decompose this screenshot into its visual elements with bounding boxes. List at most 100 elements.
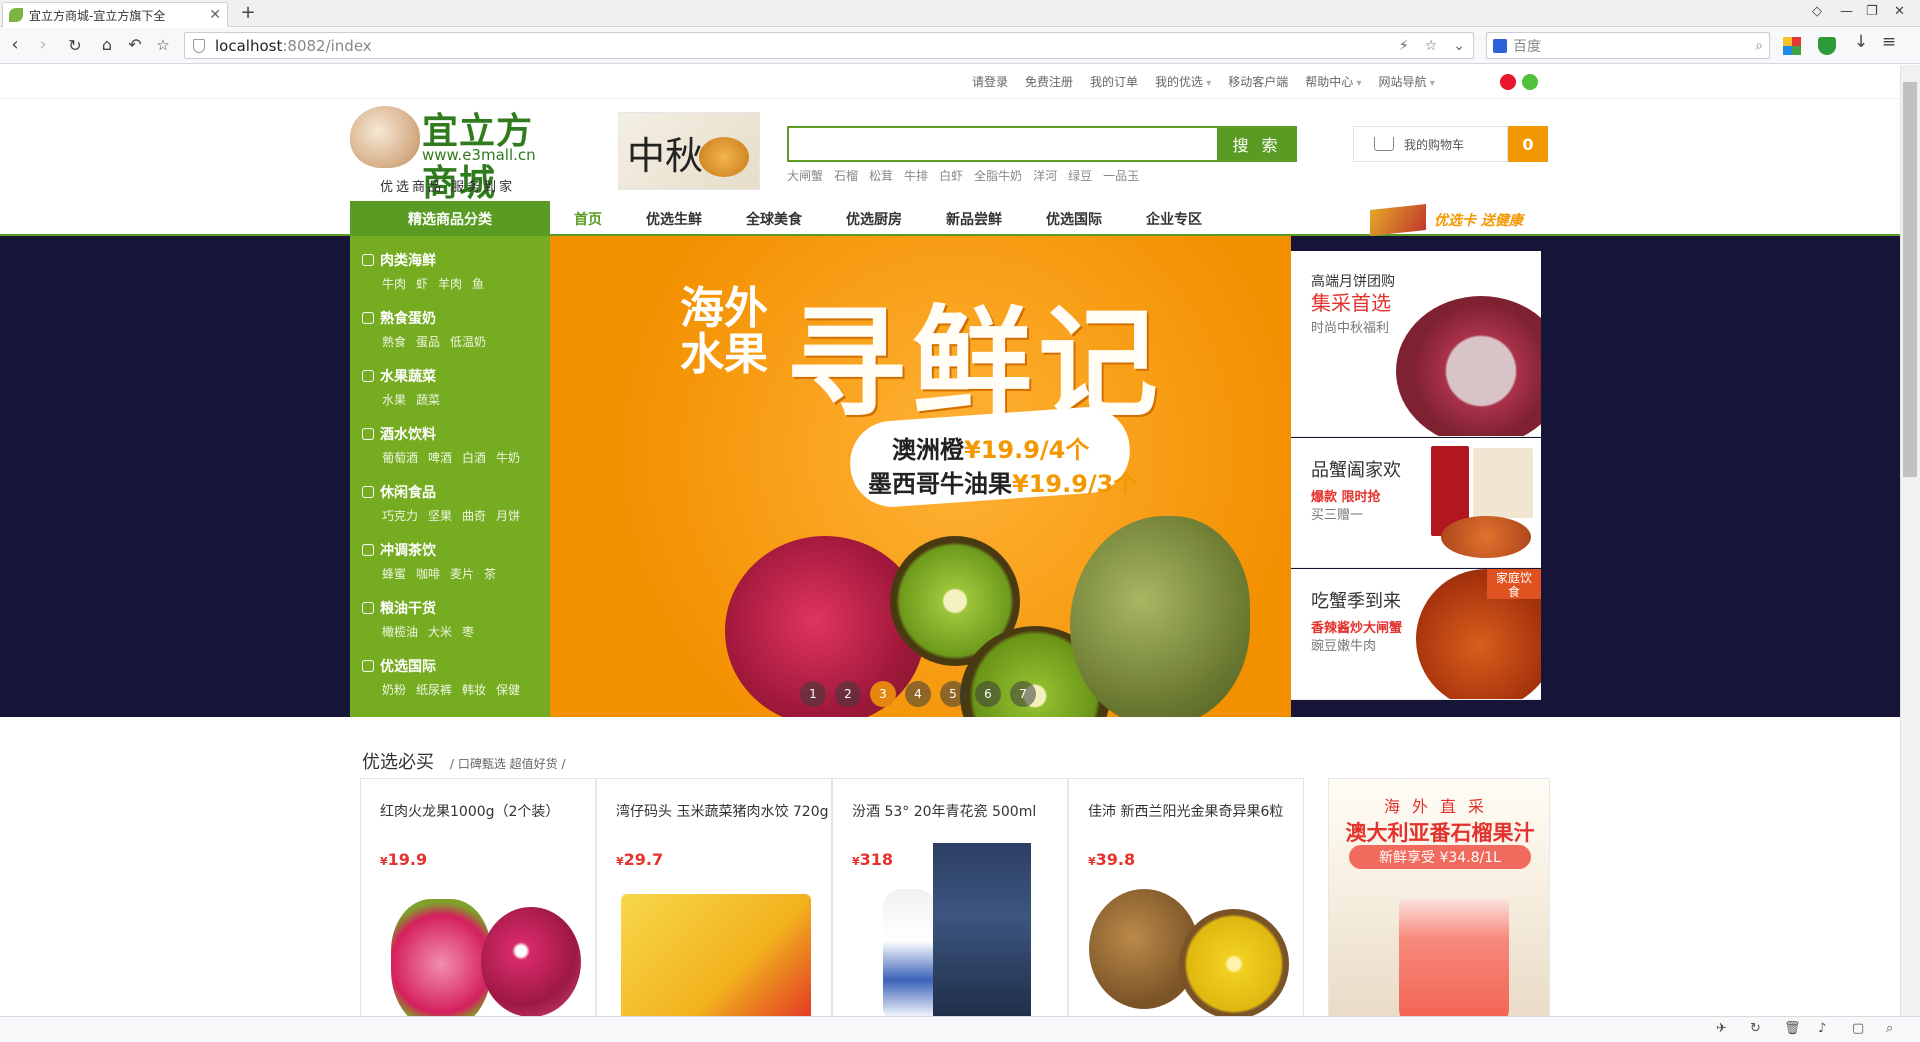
category-title[interactable]: 肉类海鲜 [362,250,550,270]
browser-search-box[interactable]: 百度 ⌕ [1486,32,1770,59]
carousel-dot[interactable]: 7 [1010,681,1036,707]
refresh-status-icon[interactable]: ↻ [1750,1021,1761,1036]
close-tab-icon[interactable]: ✕ [209,7,221,23]
apps-icon[interactable] [1783,37,1801,55]
carousel-dot[interactable]: 6 [975,681,1001,707]
category-title[interactable]: 粮油干货 [362,598,550,618]
register-link[interactable]: 免费注册 [1025,73,1073,90]
bookmark-star-icon[interactable]: ☆ [152,36,174,54]
chevron-down-icon[interactable]: ⌄ [1453,38,1465,54]
category-sub-link[interactable]: 葡萄酒 [382,449,418,466]
category-sub-link[interactable]: 羊肉 [438,275,462,292]
trash-icon[interactable]: 🗑 [1784,1021,1801,1036]
forward-icon[interactable]: › [32,34,54,55]
category-menu-title[interactable]: 精选商品分类 [350,201,550,236]
maximize-icon[interactable]: ❐ [1866,4,1878,19]
mobile-client-link[interactable]: 移动客户端 [1228,73,1288,90]
address-bar[interactable]: localhost :8082/index ⚡ ☆ ⌄ [184,32,1474,59]
cart-count-badge[interactable]: 0 [1508,126,1548,162]
hot-keyword[interactable]: 大闸蟹 [787,167,823,184]
category-sub-link[interactable]: 熟食 [382,333,406,350]
nav-home[interactable]: 首页 [574,209,602,229]
nav-new[interactable]: 新品尝鲜 [946,209,1002,229]
hot-keyword[interactable]: 全脂牛奶 [974,167,1022,184]
hot-keyword[interactable]: 洋河 [1033,167,1057,184]
nav-global-food[interactable]: 全球美食 [746,209,802,229]
category-sub-link[interactable]: 蛋品 [416,333,440,350]
category-sub-link[interactable]: 纸尿裤 [416,681,452,698]
nav-international[interactable]: 优选国际 [1046,209,1102,229]
home-icon[interactable]: ⌂ [96,35,118,54]
category-sub-link[interactable]: 橄榄油 [382,623,418,640]
carousel-dot[interactable]: 1 [800,681,826,707]
category-sub-link[interactable]: 巧克力 [382,507,418,524]
category-sub-link[interactable]: 咖啡 [416,565,440,582]
category-sub-link[interactable]: 虾 [416,275,428,292]
site-nav-menu[interactable]: 网站导航 [1379,73,1435,90]
product-card[interactable]: 湾仔码头 玉米蔬菜猪肉水饺 720g ¥29.7 [596,778,832,1018]
category-sub-link[interactable]: 麦片 [450,565,474,582]
category-sub-link[interactable]: 月饼 [496,507,520,524]
category-sub-link[interactable]: 大米 [428,623,452,640]
nav-kitchen[interactable]: 优选厨房 [846,209,902,229]
weibo-icon[interactable] [1500,74,1516,90]
download-icon[interactable]: ↓ [1850,32,1872,52]
close-window-icon[interactable]: ✕ [1894,4,1905,19]
lightning-icon[interactable]: ⚡ [1399,38,1409,54]
category-sub-link[interactable]: 茶 [484,565,496,582]
right-panel-crab-gift[interactable]: 品蟹阖家欢 爆款 限时抢 买三赠一 [1291,438,1541,568]
search-icon[interactable]: ⌕ [1755,38,1763,54]
undo-icon[interactable]: ↶ [124,35,146,54]
product-card[interactable]: 红肉火龙果1000g（2个装） ¥19.9 [360,778,596,1018]
skin-icon[interactable]: ◇ [1812,4,1822,19]
category-sub-link[interactable]: 啤酒 [428,449,452,466]
category-title[interactable]: 熟食蛋奶 [362,308,550,328]
favorite-star-icon[interactable]: ☆ [1425,38,1438,54]
category-sub-link[interactable]: 保健 [496,681,520,698]
category-sub-link[interactable]: 鱼 [472,275,484,292]
reload-icon[interactable]: ↻ [64,36,86,55]
right-panel-crab-season[interactable]: 吃蟹季到来 香辣酱炒大闸蟹 豌豆嫩牛肉 家庭饮食 [1291,569,1541,700]
my-account-menu[interactable]: 我的优选 [1155,73,1211,90]
my-orders-link[interactable]: 我的订单 [1090,73,1138,90]
nav-enterprise[interactable]: 企业专区 [1146,209,1202,229]
hot-keyword[interactable]: 牛排 [904,167,928,184]
search-input[interactable] [789,128,1189,160]
minimize-icon[interactable]: — [1840,4,1853,19]
mid-autumn-ad[interactable]: 中秋 [618,112,760,190]
category-sub-link[interactable]: 蜂蜜 [382,565,406,582]
carousel-dot[interactable]: 2 [835,681,861,707]
hot-keyword[interactable]: 松茸 [869,167,893,184]
carousel-dot[interactable]: 5 [940,681,966,707]
carousel-dot[interactable]: 3 [870,681,896,707]
category-sub-link[interactable]: 奶粉 [382,681,406,698]
category-sub-link[interactable]: 牛肉 [382,275,406,292]
juice-ad[interactable]: 海外直采 澳大利亚番石榴果汁 新鲜享受 ¥34.8/1L [1328,778,1550,1018]
nav-fresh[interactable]: 优选生鲜 [646,209,702,229]
hot-keyword[interactable]: 绿豆 [1068,167,1092,184]
category-sub-link[interactable]: 水果 [382,391,406,408]
right-panel-mooncake[interactable]: 高端月饼团购 集采首选 时尚中秋福利 [1291,251,1541,437]
sound-icon[interactable]: ♪ [1818,1021,1826,1036]
category-title[interactable]: 酒水饮料 [362,424,550,444]
product-card[interactable]: 佳沛 新西兰阳光金果奇异果6粒 ¥39.8 [1068,778,1304,1018]
category-title[interactable]: 水果蔬菜 [362,366,550,386]
category-sub-link[interactable]: 白酒 [462,449,486,466]
product-card[interactable]: 汾酒 53° 20年青花瓷 500ml ¥318 [832,778,1068,1018]
hot-keyword[interactable]: 石榴 [834,167,858,184]
wechat-icon[interactable] [1522,74,1538,90]
category-sub-link[interactable]: 低温奶 [450,333,486,350]
window-icon[interactable]: ▢ [1852,1021,1864,1036]
help-center-menu[interactable]: 帮助中心 [1305,73,1361,90]
hot-keyword[interactable]: 白虾 [939,167,963,184]
carousel-dot[interactable]: 4 [905,681,931,707]
category-sub-link[interactable]: 韩妆 [462,681,486,698]
scrollbar-thumb[interactable] [1903,82,1917,477]
category-title[interactable]: 冲调茶饮 [362,540,550,560]
category-sub-link[interactable]: 曲奇 [462,507,486,524]
zoom-icon[interactable]: ⌕ [1886,1021,1893,1036]
new-tab-button[interactable]: + [238,2,258,23]
menu-icon[interactable]: ≡ [1878,32,1900,52]
category-sub-link[interactable]: 蔬菜 [416,391,440,408]
cart-button[interactable]: 我的购物车 [1353,126,1508,162]
